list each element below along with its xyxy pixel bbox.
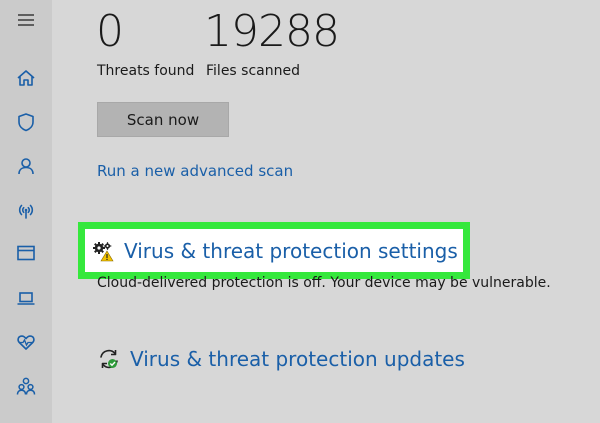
shield-icon[interactable]: [12, 108, 40, 136]
home-icon[interactable]: [12, 64, 40, 92]
heart-icon[interactable]: [12, 328, 40, 356]
refresh-check-icon: [100, 349, 118, 369]
files-scanned-count: 19288: [204, 6, 340, 57]
scan-now-button[interactable]: Scan now: [97, 102, 229, 137]
updates-section-title[interactable]: Virus & threat protection updates: [130, 347, 465, 371]
main-content: 0 Threats found 19288 Files scanned Scan…: [52, 0, 600, 423]
updates-section-header[interactable]: Virus & threat protection updates: [97, 347, 465, 371]
wireless-icon[interactable]: [12, 196, 40, 224]
settings-section-title[interactable]: Virus & threat protection settings: [124, 239, 458, 263]
files-scanned-label: Files scanned: [206, 63, 300, 79]
sidebar: [0, 0, 52, 423]
settings-section-header[interactable]: Virus & threat protection settings: [85, 229, 463, 272]
laptop-icon[interactable]: [12, 284, 40, 312]
account-icon[interactable]: [12, 152, 40, 180]
browser-icon[interactable]: [12, 239, 40, 267]
cloud-protection-status: Cloud-delivered protection is off. Your …: [97, 275, 551, 291]
menu-icon[interactable]: [12, 6, 40, 34]
threats-found-count: 0: [96, 6, 124, 57]
family-icon[interactable]: [12, 372, 40, 400]
settings-warning-icon: [93, 241, 114, 261]
highlight-box: Virus & threat protection settings: [78, 222, 470, 279]
threats-found-label: Threats found: [97, 63, 195, 79]
advanced-scan-link[interactable]: Run a new advanced scan: [97, 162, 293, 180]
